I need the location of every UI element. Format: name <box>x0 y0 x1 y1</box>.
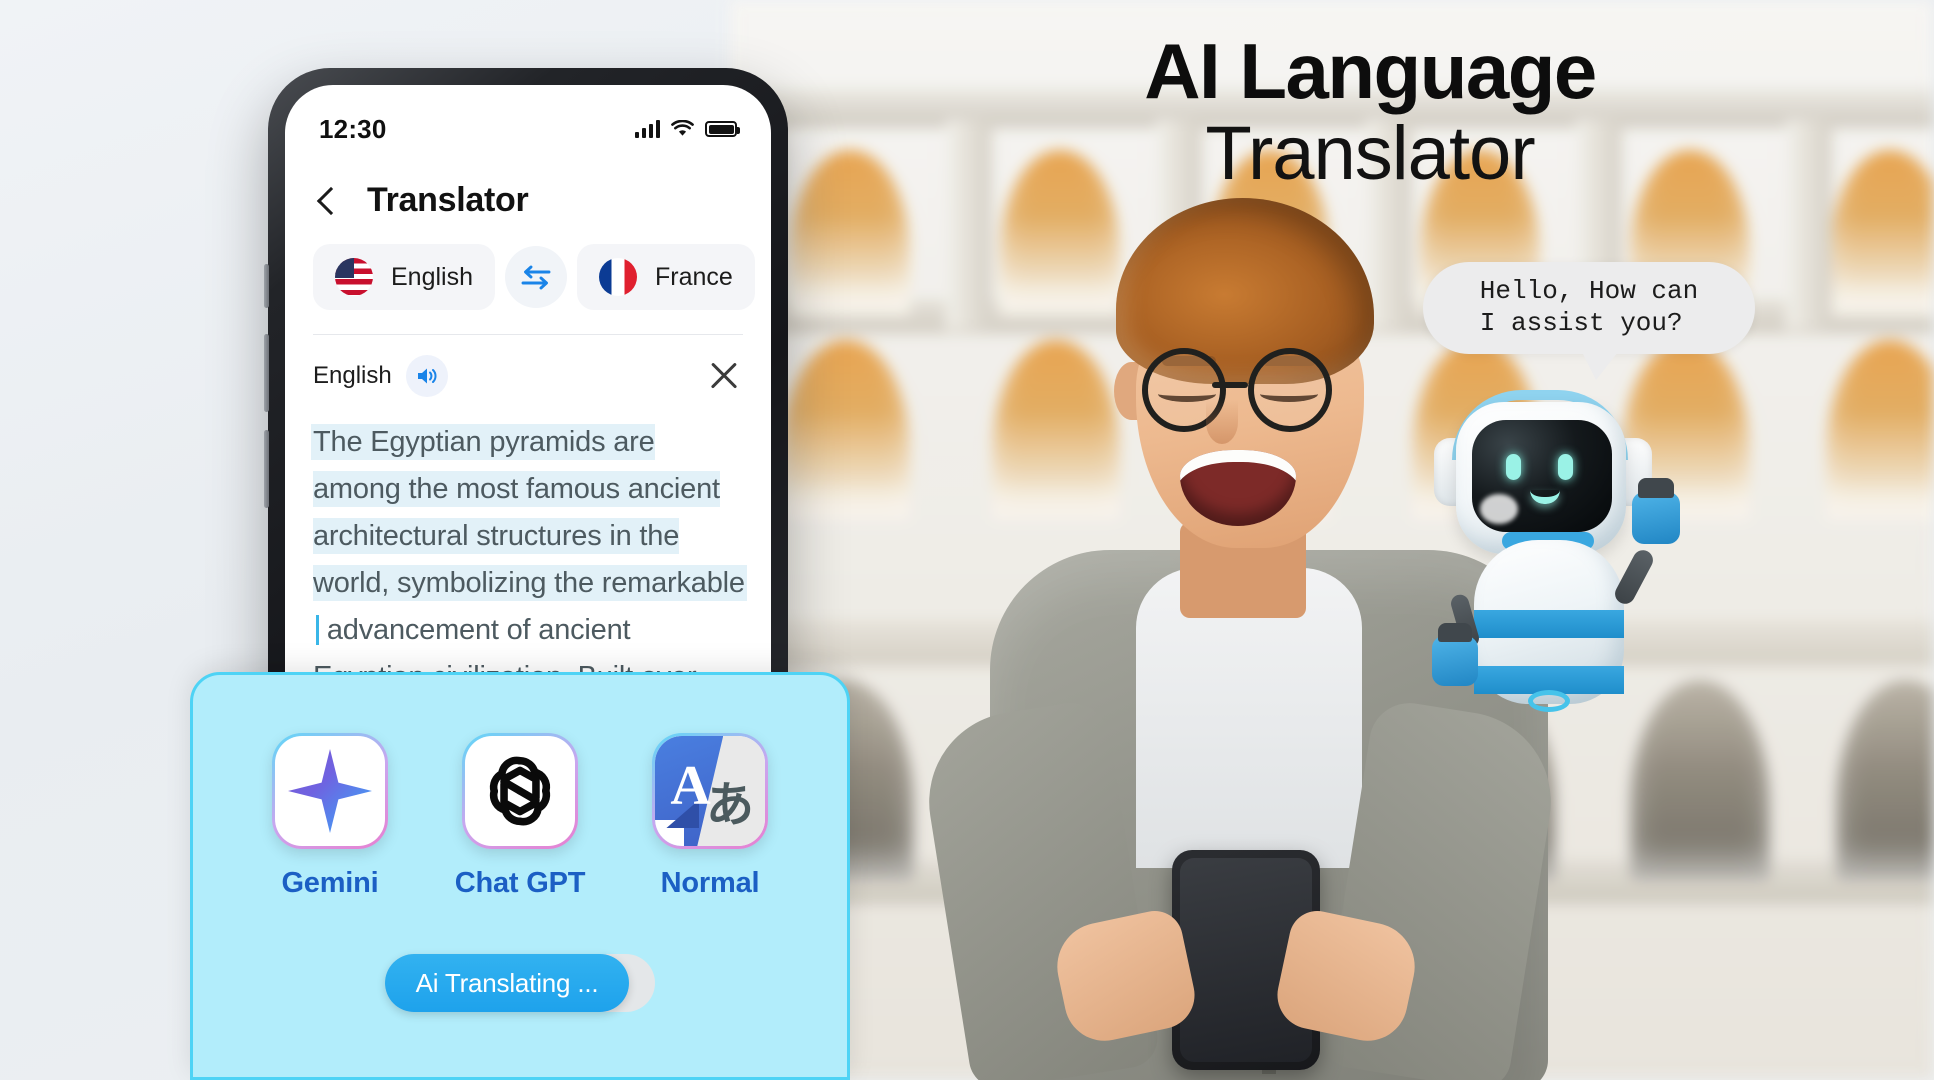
speech-bubble-tail <box>1582 352 1619 380</box>
status-icons <box>635 120 740 138</box>
translate-icon-letter-a: A <box>670 754 711 817</box>
colosseum-pillar <box>1786 120 1832 330</box>
person-nose <box>1206 400 1238 444</box>
translate-icon-body: A あ <box>655 736 765 846</box>
speaker-volume-button[interactable] <box>405 355 448 397</box>
robot-waving-hand <box>1632 478 1680 544</box>
person-hair <box>1116 198 1374 384</box>
robot-speech-bubble: Hello, How can I assist you? <box>1423 262 1755 380</box>
ai-option-label: Chat GPT <box>454 867 586 899</box>
source-panel-language-label: English <box>313 362 392 389</box>
ai-translating-label: Ai Translating ... <box>415 967 599 998</box>
ai-model-card: Gemini Chat GPT A あ Normal Ai Translatin… <box>190 672 850 1080</box>
france-flag-icon <box>599 258 637 296</box>
gemini-star-shape <box>288 749 372 833</box>
status-time: 12:30 <box>319 113 387 144</box>
close-x-icon[interactable] <box>707 359 741 393</box>
page-title: AI Language Translator <box>1060 32 1680 192</box>
us-flag-icon <box>335 258 373 296</box>
ai-translating-toggle[interactable]: Ai Translating ... <box>385 954 655 1012</box>
app-title: Translator <box>367 181 529 219</box>
language-selector-row: English France <box>285 230 771 310</box>
gemini-star-icon[interactable] <box>272 733 388 849</box>
robot-right-eye <box>1558 454 1573 480</box>
ai-translating-toggle-wrap: Ai Translating ... <box>193 954 847 1012</box>
ai-option-label: Normal <box>660 867 760 899</box>
app-bar: Translator <box>285 157 771 230</box>
translate-icon-kana: あ <box>705 779 754 832</box>
headline-line-2: Translator <box>1205 111 1535 196</box>
source-text-highlighted: The Egyptian pyramids are among the most… <box>313 426 745 599</box>
battery-full-icon <box>705 121 740 137</box>
phone-silent-switch[interactable] <box>264 264 269 308</box>
phone-volume-up-button[interactable] <box>264 334 269 412</box>
cellular-signal-icon <box>635 120 660 138</box>
speech-line-2: I assist you? <box>1479 308 1683 338</box>
swap-arrows-icon <box>521 265 551 290</box>
robot-smile <box>1530 490 1560 504</box>
source-language-label: English <box>391 262 473 291</box>
robot-mascot <box>1428 372 1698 712</box>
headline-line-1: AI Language <box>1144 27 1597 115</box>
wifi-icon <box>671 120 694 136</box>
robot-body <box>1474 540 1624 704</box>
source-language-selector[interactable]: English <box>313 244 495 310</box>
speaker-volume-icon <box>417 368 437 384</box>
robot-face-visor <box>1472 420 1612 532</box>
target-language-label: France <box>655 262 733 291</box>
status-bar: 12:30 <box>285 85 771 157</box>
robot-thruster-ring <box>1528 690 1570 712</box>
text-caret <box>316 614 319 645</box>
openai-knot-shape <box>489 756 551 826</box>
phone-volume-down-button[interactable] <box>264 430 269 508</box>
robot-body-stripe <box>1474 610 1624 638</box>
source-panel-header: English <box>285 335 771 397</box>
ai-option-chatgpt[interactable]: Chat GPT <box>450 733 590 900</box>
ai-translating-toggle-pill[interactable]: Ai Translating ... <box>385 954 629 1012</box>
robot-left-eye <box>1506 454 1521 480</box>
google-translate-icon[interactable]: A あ <box>652 733 768 849</box>
swap-languages-button[interactable] <box>505 246 567 308</box>
robot-left-hand <box>1432 623 1478 686</box>
eyeglasses-bridge <box>1212 382 1248 388</box>
target-language-selector[interactable]: France <box>577 244 755 310</box>
speech-line-1: Hello, How can <box>1479 276 1699 307</box>
openai-logo-icon[interactable] <box>462 733 578 849</box>
ai-option-label: Gemini <box>281 867 379 899</box>
ai-option-gemini[interactable]: Gemini <box>260 733 400 900</box>
eyeglasses-lens <box>1248 348 1332 432</box>
speech-bubble-text: Hello, How can I assist you? <box>1480 276 1698 340</box>
ai-model-options: Gemini Chat GPT A あ Normal <box>193 675 847 900</box>
ai-option-normal[interactable]: A あ Normal <box>640 733 780 900</box>
back-chevron-icon[interactable] <box>316 186 346 215</box>
